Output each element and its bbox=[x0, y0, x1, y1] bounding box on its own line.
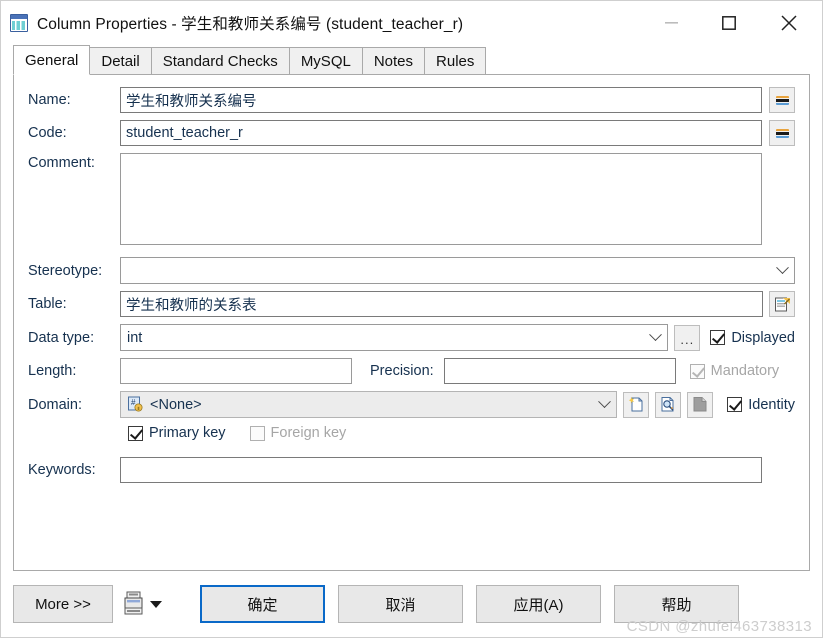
table-label: Table: bbox=[28, 296, 67, 312]
mandatory-checkbox-box bbox=[689, 363, 705, 379]
more-button[interactable]: More >> bbox=[13, 585, 113, 623]
data-type-row: Data type: int ... Displayed bbox=[28, 324, 795, 351]
dialog-footer: More >> 确定 取消 应用(A) 帮助 CSDN @zhufei46373… bbox=[1, 571, 822, 637]
page-magnifier-icon bbox=[661, 397, 674, 412]
primary-key-checkbox-label: Primary key bbox=[149, 425, 226, 441]
watermark: CSDN @zhufei463738313 bbox=[626, 618, 812, 635]
create-domain-button[interactable] bbox=[623, 391, 650, 418]
comment-label: Comment: bbox=[28, 155, 95, 171]
precision-input[interactable] bbox=[443, 358, 676, 384]
print-icon bbox=[124, 591, 143, 615]
domain-label: Domain: bbox=[28, 396, 82, 413]
general-tab-panel: Name: 学生和教师关系编号 Code: student_teacher_r … bbox=[13, 75, 810, 571]
maximize-button[interactable] bbox=[706, 1, 752, 45]
keywords-row: Keywords: bbox=[28, 457, 795, 483]
comment-textarea[interactable] bbox=[120, 153, 762, 245]
name-input[interactable]: 学生和教师关系编号 bbox=[120, 87, 762, 113]
data-type-label: Data type: bbox=[28, 329, 95, 346]
mandatory-checkbox-label: Mandatory bbox=[710, 363, 780, 379]
tab-strip: General Detail Standard Checks MySQL Not… bbox=[1, 45, 822, 75]
chevron-down-icon[interactable] bbox=[643, 325, 667, 350]
primary-key-checkbox[interactable]: Primary key bbox=[128, 425, 226, 441]
data-type-value: int bbox=[127, 329, 143, 346]
equals-icon bbox=[775, 95, 789, 105]
length-label: Length: bbox=[28, 363, 77, 379]
print-button[interactable] bbox=[123, 591, 145, 617]
stereotype-row: Stereotype: bbox=[28, 257, 795, 284]
length-input[interactable] bbox=[120, 358, 352, 384]
chevron-down-icon[interactable] bbox=[770, 258, 794, 283]
tab-general[interactable]: General bbox=[13, 45, 91, 75]
table-row: Table: 学生和教师的关系表 bbox=[28, 291, 795, 317]
code-input[interactable]: student_teacher_r bbox=[120, 120, 762, 146]
length-precision-row: Length: Precision: Mandatory bbox=[28, 358, 795, 384]
keywords-label: Keywords: bbox=[28, 462, 96, 478]
page-title: Column Properties - 学生和教师关系编号 (student_t… bbox=[37, 16, 464, 33]
remove-domain-button bbox=[687, 391, 714, 418]
primary-key-checkbox-box[interactable] bbox=[128, 425, 143, 441]
displayed-checkbox[interactable]: Displayed bbox=[710, 330, 795, 346]
comment-row: Comment: bbox=[28, 153, 795, 245]
data-type-browse-button[interactable]: ... bbox=[674, 324, 701, 351]
code-equals-button[interactable] bbox=[769, 120, 795, 146]
stereotype-label: Stereotype: bbox=[28, 262, 103, 279]
new-page-icon bbox=[628, 397, 643, 412]
foreign-key-checkbox-box bbox=[249, 425, 265, 441]
domain-properties-button[interactable] bbox=[655, 391, 682, 418]
name-row: Name: 学生和教师关系编号 bbox=[28, 87, 795, 113]
table-column-icon bbox=[10, 14, 28, 32]
cancel-button[interactable]: 取消 bbox=[338, 585, 463, 623]
equals-icon bbox=[775, 128, 789, 138]
window-controls bbox=[648, 1, 822, 45]
displayed-checkbox-box[interactable] bbox=[710, 330, 726, 345]
page-disabled-icon bbox=[693, 397, 707, 412]
code-label: Code: bbox=[28, 125, 67, 141]
identity-checkbox[interactable]: Identity bbox=[727, 397, 795, 413]
key-flags-row: Primary key Foreign key bbox=[28, 425, 795, 441]
tab-detail[interactable]: Detail bbox=[89, 47, 152, 75]
apply-button[interactable]: 应用(A) bbox=[476, 585, 601, 623]
tab-standard-checks[interactable]: Standard Checks bbox=[150, 47, 290, 75]
code-row: Code: student_teacher_r bbox=[28, 120, 795, 146]
title-bar: Column Properties - 学生和教师关系编号 (student_t… bbox=[1, 1, 822, 45]
tab-notes[interactable]: Notes bbox=[361, 47, 426, 75]
close-button[interactable] bbox=[766, 1, 812, 45]
domain-row: Domain: # <None> Identity bbox=[28, 391, 795, 418]
table-input[interactable]: 学生和教师的关系表 bbox=[120, 291, 763, 317]
tab-mysql[interactable]: MySQL bbox=[288, 47, 363, 75]
table-properties-icon bbox=[774, 297, 790, 311]
minimize-button[interactable] bbox=[648, 1, 694, 45]
table-properties-button[interactable] bbox=[769, 291, 795, 317]
name-label: Name: bbox=[28, 92, 71, 108]
name-equals-button[interactable] bbox=[769, 87, 795, 113]
foreign-key-checkbox: Foreign key bbox=[249, 425, 347, 441]
identity-checkbox-label: Identity bbox=[748, 396, 795, 413]
identity-checkbox-box[interactable] bbox=[727, 397, 743, 412]
precision-label: Precision: bbox=[370, 363, 434, 379]
print-dropdown-button[interactable] bbox=[150, 600, 162, 608]
domain-combo[interactable]: # <None> bbox=[120, 391, 618, 418]
keywords-input[interactable] bbox=[120, 457, 762, 483]
stereotype-combo[interactable] bbox=[120, 257, 795, 284]
column-properties-dialog: Column Properties - 学生和教师关系编号 (student_t… bbox=[0, 0, 823, 638]
mandatory-checkbox: Mandatory bbox=[689, 363, 780, 379]
displayed-checkbox-label: Displayed bbox=[731, 329, 795, 346]
domain-icon: # bbox=[128, 396, 143, 412]
ok-button[interactable]: 确定 bbox=[200, 585, 325, 623]
chevron-down-icon[interactable] bbox=[592, 392, 616, 417]
domain-value: <None> bbox=[150, 396, 202, 413]
foreign-key-checkbox-label: Foreign key bbox=[270, 425, 347, 441]
data-type-combo[interactable]: int bbox=[120, 324, 669, 351]
tab-rules[interactable]: Rules bbox=[424, 47, 487, 75]
